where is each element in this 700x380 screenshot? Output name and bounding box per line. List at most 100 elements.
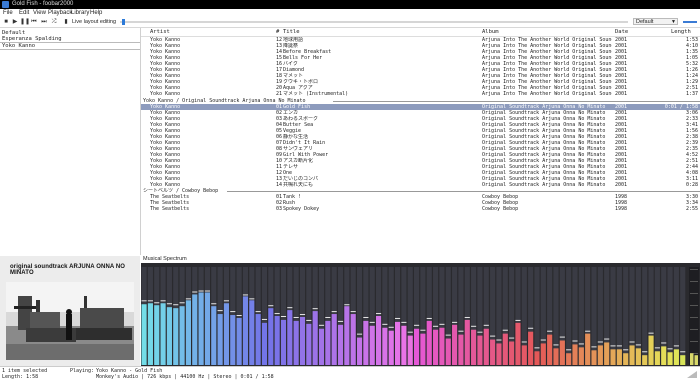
menu-file[interactable]: File [3, 9, 13, 17]
layout-select[interactable]: Default ▼ [633, 18, 678, 25]
previous-icon[interactable]: ⏮ [30, 18, 38, 26]
menu-playback[interactable]: Playback [48, 9, 72, 17]
layout-toggle-icon[interactable]: ▮ [62, 18, 70, 26]
spectrum-bar [635, 348, 641, 365]
spectrum-peak [654, 347, 660, 349]
seek-bar[interactable] [120, 21, 628, 23]
column-track-number[interactable]: # [276, 28, 279, 36]
volume-slider[interactable] [683, 21, 697, 23]
spectrum-peak [236, 315, 242, 317]
column-date[interactable]: Date [615, 28, 628, 36]
spectrum-bar [401, 325, 407, 365]
spectrum-peak [585, 330, 591, 332]
spectrum-bar [147, 303, 153, 365]
spectrum-peak [540, 339, 546, 341]
spectrum-bar [242, 296, 249, 365]
status-length: Length: 1:58 [2, 374, 39, 380]
spectrum-bar [648, 335, 654, 365]
spectrum-bar [616, 349, 622, 365]
random-icon[interactable]: ⤮ [50, 18, 58, 26]
cell-date: 1998 [615, 206, 628, 213]
spectrum-bar [166, 307, 172, 365]
spectrum-bar [268, 308, 274, 365]
spectrum-bar [445, 338, 451, 365]
spectrum-bar [388, 330, 394, 365]
menu-edit[interactable]: Edit [19, 9, 29, 17]
spectrum-bar [509, 341, 515, 365]
spectrum-bar [217, 314, 223, 365]
spectrum-peak [477, 331, 483, 333]
column-album[interactable]: Album [482, 28, 499, 36]
spectrum-bar [553, 348, 559, 365]
level-meter-tick [690, 305, 698, 306]
spectrum-bar [654, 351, 660, 365]
stop-icon[interactable]: ■ [2, 18, 10, 26]
chevron-down-icon: ▼ [671, 19, 676, 25]
spectrum-bar [667, 352, 673, 365]
spectrum-peak [261, 318, 268, 320]
level-meter-tick [690, 281, 698, 282]
spectrum-bar [274, 316, 280, 365]
spectrum-bar [559, 340, 565, 365]
menu-view[interactable]: View [33, 9, 46, 17]
column-length[interactable]: Length [671, 28, 691, 36]
spectrum-column-bg [667, 267, 673, 365]
column-artist[interactable]: Artist [150, 28, 170, 36]
column-title[interactable]: Title [283, 28, 300, 36]
live-layout-editing[interactable]: Live layout editing [72, 18, 116, 26]
spectrum-bar [382, 327, 388, 365]
spectrum-bar [236, 317, 242, 365]
spectrum-peak [325, 316, 331, 318]
spectrum-bar [363, 320, 369, 365]
visualizer-title: Musical Spectrum [143, 256, 187, 262]
status-bar: 1 item selected Length: 1:58 Playing: Yo… [0, 366, 700, 380]
cell-title: Spokey Dokey [283, 206, 320, 213]
spectrum-peak [388, 326, 394, 328]
spectrum-bar [204, 292, 211, 365]
spectrum-peak [185, 298, 191, 300]
spectrum-bar [673, 349, 679, 365]
spectrum-bar [356, 337, 363, 365]
spectrum-bar [566, 353, 572, 365]
menu-library[interactable]: Library [71, 9, 89, 17]
layout-select-value: Default [636, 19, 654, 25]
playlist-header: Artist # Title Album Date Length [141, 28, 700, 37]
spectrum-bar [483, 328, 489, 365]
spectrum-peak [458, 330, 464, 332]
album-art: original soundtrack ARJUNA ONNA NO MINAT… [0, 256, 140, 366]
spectrum-bar [249, 300, 255, 365]
level-meter-tick [690, 341, 698, 342]
cell-artist: The Seatbelts [150, 206, 190, 213]
spectrum-bar [414, 328, 420, 365]
play-icon[interactable]: ▶ [11, 18, 19, 26]
spectrum-peak [490, 335, 496, 337]
spectrum-bar [230, 315, 236, 365]
spectrum-peak [566, 349, 572, 351]
spectrum-peak [331, 311, 337, 313]
spectrum-bar [578, 347, 584, 365]
seek-thumb[interactable] [122, 19, 125, 25]
resize-grip-icon[interactable] [682, 369, 698, 379]
spectrum-peak [426, 317, 432, 319]
spectrum-peak [667, 348, 673, 350]
spectrum-peak [192, 291, 198, 293]
spectrum-peak [255, 311, 261, 313]
spectrum-bar [350, 314, 356, 365]
album-art-caption: original soundtrack ARJUNA ONNA NO MINAT… [10, 264, 126, 276]
spectrum-peak [230, 311, 236, 313]
spectrum-bar [597, 345, 603, 365]
playlist-row[interactable]: The Seatbelts 03 Spokey Dokey Cowboy Bebop 1… [141, 206, 700, 212]
spectrum-peak [642, 351, 648, 353]
spectrum-peak [217, 310, 223, 312]
spectrum-peak [211, 303, 217, 305]
spectrum-bar [502, 333, 508, 365]
pause-icon[interactable]: ❚❚ [20, 18, 30, 26]
spectrum-peak [680, 351, 686, 353]
spectrum-bar [534, 351, 540, 365]
spectrum-peak [547, 330, 553, 332]
menu-help[interactable]: Help [90, 9, 102, 17]
spectrum-visualizer [141, 263, 700, 367]
next-icon[interactable]: ⏭ [40, 18, 48, 26]
spectrum-peak [407, 331, 413, 333]
spectrum-peak [280, 316, 287, 317]
